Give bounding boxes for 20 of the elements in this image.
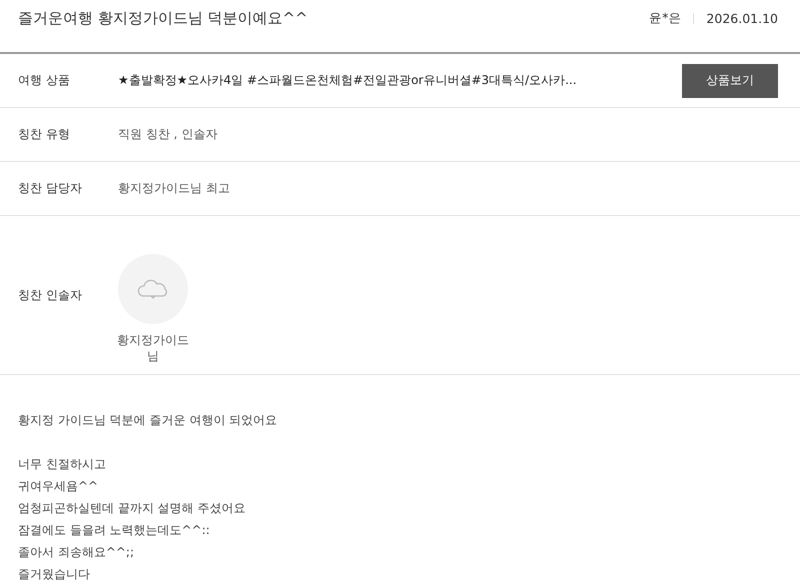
review-text: 너무 친절하시고 [18, 456, 107, 473]
review-date: 2026.01.10 [706, 10, 778, 26]
review-text: 잠결에도 들을려 노력했는데도^^:: [18, 522, 211, 539]
review-text: 즐거웠습니다 [18, 566, 91, 583]
review-title: 즐거운여행 황지정가이드님 덕분이예요^^ [18, 8, 308, 28]
field-value: 황지정가이드님 최고 [118, 180, 230, 197]
cloud-icon [137, 279, 169, 299]
product-name: ★출발확정★오사카4일 #스파월드온천체험#전일관광or유니버셜#3대특식/오사카... [118, 72, 578, 89]
field-label: 칭찬 인솔자 [18, 286, 83, 304]
field-value: 직원 칭찬 , 인솔자 [118, 126, 218, 143]
guide-name: 황지정가이드님 [116, 332, 190, 364]
review-text: 귀여우세욤^^ [18, 478, 100, 495]
author-name: 윤*은 [649, 10, 682, 26]
review-text: 엄청피곤하실텐데 끝까지 설명해 주셨어요 [18, 500, 246, 517]
review-text: 황지정 가이드님 덕분에 즐거운 여행이 되었어요 [18, 412, 278, 429]
review-text: 졸아서 죄송해요^^;; [18, 544, 136, 561]
field-label: 여행 상품 [18, 72, 71, 89]
view-product-button[interactable]: 상품보기 [682, 64, 778, 98]
field-label: 칭찬 담당자 [18, 180, 83, 197]
field-label: 칭찬 유형 [18, 126, 71, 143]
